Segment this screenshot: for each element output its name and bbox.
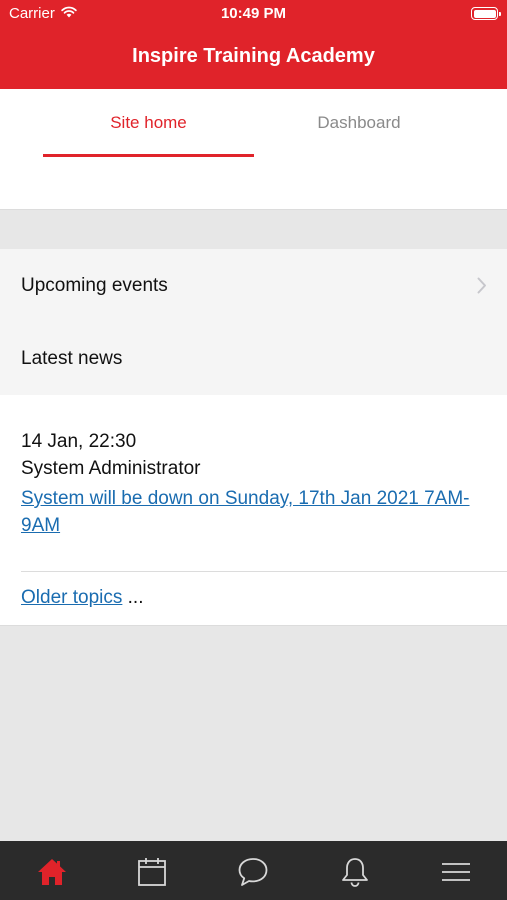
latest-news-label: Latest news	[21, 347, 123, 369]
news-date: 14 Jan, 22:30	[21, 431, 137, 452]
tab-dashboard[interactable]: Dashboard	[254, 89, 464, 157]
news-panel: 14 Jan, 22:30 System Administrator Syste…	[0, 395, 507, 626]
upcoming-events-row[interactable]: Upcoming events	[0, 249, 507, 322]
tab-bar: Site home Dashboard	[0, 89, 507, 210]
divider	[21, 571, 507, 572]
news-author: System Administrator	[21, 458, 201, 479]
news-subject-link[interactable]: System will be down on Sunday, 17th Jan …	[21, 485, 481, 539]
home-icon[interactable]	[36, 856, 68, 888]
chevron-right-icon	[477, 277, 487, 300]
status-time: 10:49 PM	[220, 5, 287, 22]
older-topics-link[interactable]: Older topics	[21, 587, 122, 608]
menu-icon[interactable]	[440, 856, 472, 888]
messages-icon[interactable]	[237, 856, 269, 888]
status-bar: Carrier 10:49 PM	[0, 0, 507, 30]
tab-site-home[interactable]: Site home	[43, 89, 254, 157]
upcoming-events-label: Upcoming events	[21, 274, 168, 296]
older-topics: Older topics ...	[21, 587, 144, 609]
page-title: Inspire Training Academy	[132, 45, 375, 67]
app-header: Carrier 10:49 PM Inspire Training Academ…	[0, 0, 507, 89]
notifications-icon[interactable]	[339, 856, 371, 888]
battery-icon	[471, 7, 501, 20]
latest-news-row[interactable]: Latest news	[0, 322, 507, 395]
calendar-icon[interactable]	[136, 856, 168, 888]
bottom-nav	[0, 841, 507, 900]
course-sections: Upcoming events Latest news	[0, 249, 507, 395]
older-topics-ellipsis: ...	[122, 587, 144, 608]
